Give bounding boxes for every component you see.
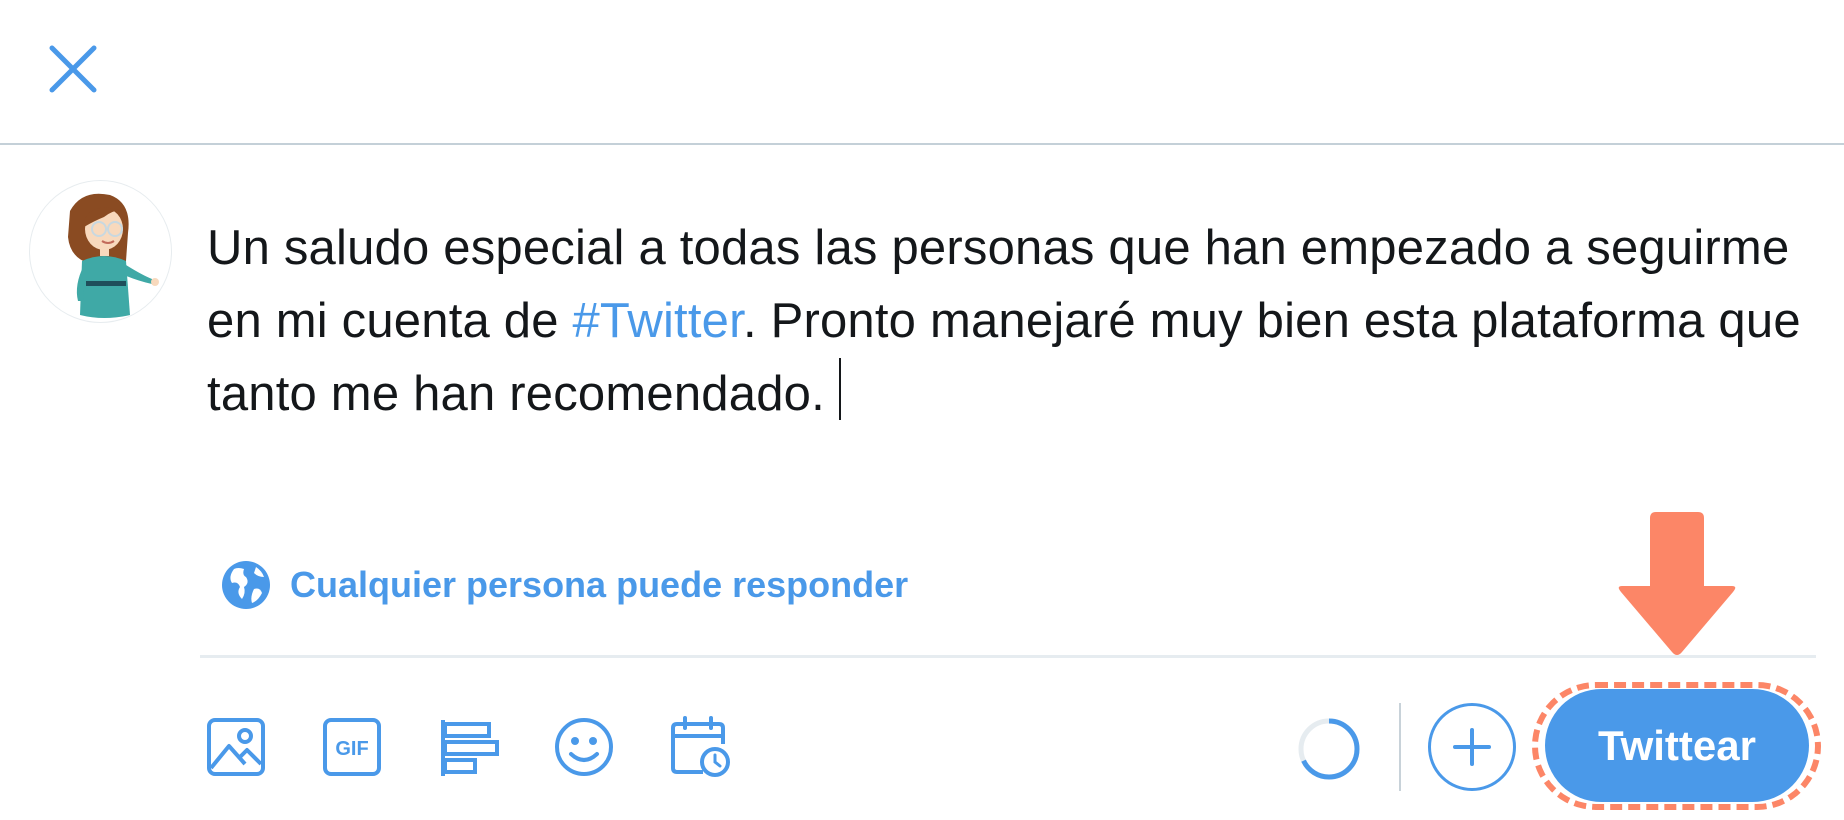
gif-icon: GIF (323, 718, 381, 776)
avatar[interactable] (29, 180, 172, 323)
image-icon (207, 718, 265, 776)
reply-settings-button[interactable]: Cualquier persona puede responder (220, 556, 908, 614)
schedule-button[interactable] (669, 716, 731, 778)
avatar-illustration (68, 193, 159, 318)
gif-button[interactable]: GIF (321, 716, 383, 778)
arrow-annotation (1616, 512, 1738, 658)
poll-button[interactable] (437, 716, 499, 778)
close-button[interactable] (42, 38, 104, 100)
emoji-button[interactable] (553, 716, 615, 778)
hashtag-link[interactable]: #Twitter (572, 294, 742, 348)
add-tweet-button[interactable] (1428, 703, 1516, 791)
emoji-icon (555, 718, 613, 776)
media-button[interactable] (205, 716, 267, 778)
tweet-text-area[interactable]: Un saludo especial a todas las personas … (207, 212, 1827, 431)
close-icon (49, 45, 97, 93)
modal-header (0, 0, 1844, 145)
progress-ring-icon (1298, 718, 1360, 780)
divider (200, 655, 1816, 658)
tweet-button[interactable]: Twittear (1545, 689, 1809, 802)
character-counter (1296, 716, 1362, 782)
reply-settings-label: Cualquier persona puede responder (290, 564, 909, 605)
schedule-icon (671, 716, 730, 777)
plus-icon (1453, 728, 1491, 766)
poll-icon (441, 720, 499, 776)
globe-icon (222, 561, 270, 609)
svg-text:GIF: GIF (335, 738, 368, 760)
toolbar-separator (1399, 703, 1401, 791)
tweet-compose-modal: Un saludo especial a todas las personas … (0, 0, 1844, 820)
text-cursor (838, 358, 841, 420)
arrow-down-icon (1618, 512, 1736, 655)
